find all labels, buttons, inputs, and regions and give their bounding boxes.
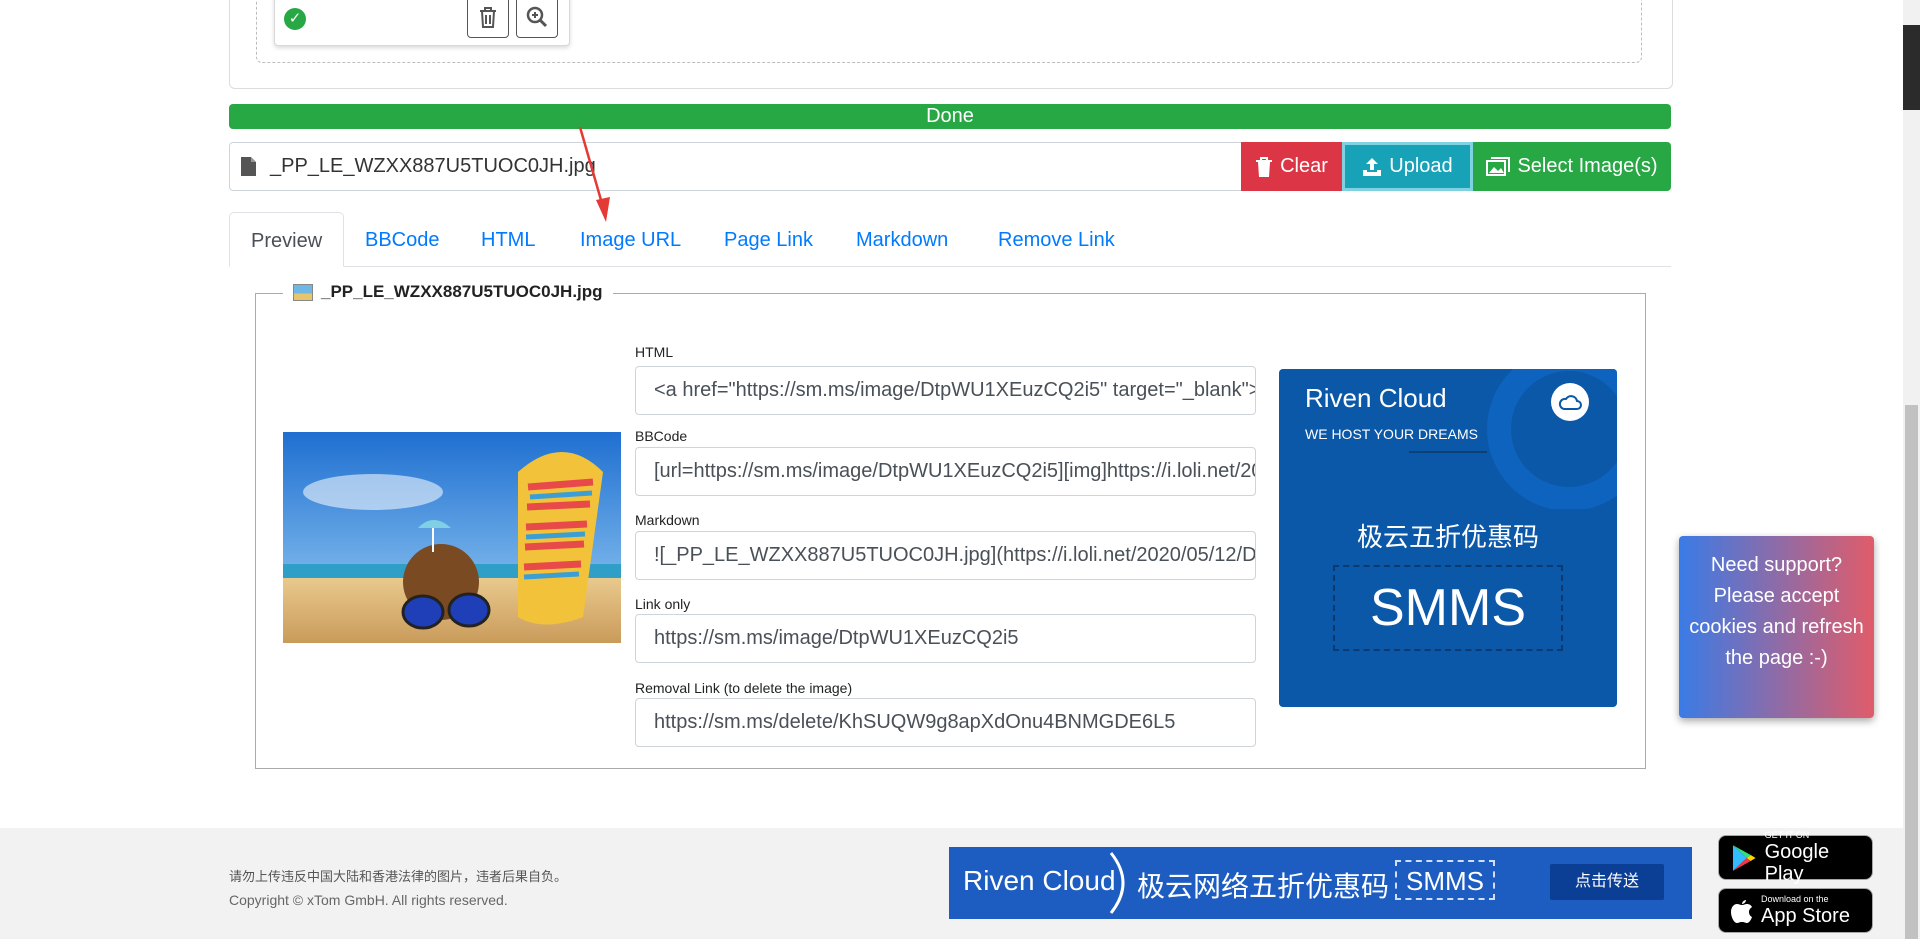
upload-icon	[1363, 157, 1382, 176]
ad-tagline: WE HOST YOUR DREAMS	[1305, 426, 1478, 442]
footer-warning: 请勿上传违反中国大陆和香港法律的图片，违者后果自负。	[229, 869, 568, 884]
link-only-field[interactable]: https://sm.ms/image/DtpWU1XEuzCQ2i5	[635, 614, 1256, 663]
tab-remove-link[interactable]: Remove Link	[977, 212, 1136, 267]
google-play-small: GET IT ON	[1764, 830, 1810, 840]
images-icon	[1486, 156, 1511, 176]
clear-button[interactable]: Clear	[1241, 142, 1342, 191]
apple-icon	[1731, 899, 1752, 923]
footer-copyright: Copyright © xTom GmbH. All rights reserv…	[229, 892, 508, 908]
banner-promo: 极云网络五折优惠码	[1137, 871, 1390, 902]
scrollbar-top-region	[1903, 25, 1920, 110]
cloud-icon	[1551, 383, 1589, 421]
scrollbar-thumb[interactable]	[1905, 405, 1918, 939]
html-field-label: HTML	[635, 344, 674, 360]
clear-label: Clear	[1280, 155, 1328, 177]
banner-go-button[interactable]: 点击传送	[1550, 864, 1664, 900]
bbcode-field-label: BBCode	[635, 428, 688, 444]
trash-icon	[1256, 156, 1273, 177]
result-file-name: _PP_LE_WZXX887U5TUOC0JH.jpg	[321, 282, 603, 301]
ad-promo-text: 极云五折优惠码	[1356, 522, 1539, 552]
annotation-arrow	[578, 126, 610, 222]
tab-page-link[interactable]: Page Link	[703, 212, 834, 267]
app-store-small: Download on the	[1761, 894, 1829, 904]
banner-brand: Riven Cloud	[963, 865, 1116, 896]
result-legend: _PP_LE_WZXX887U5TUOC0JH.jpg	[283, 282, 613, 302]
banner-code: SMMS	[1395, 860, 1495, 900]
app-store-badge[interactable]: Download on the App Store	[1718, 888, 1873, 933]
html-code-field[interactable]: <a href="https://sm.ms/image/DtpWU1XEuzC…	[635, 366, 1256, 415]
footer-ad-banner[interactable]: Riven Cloud 极云网络五折优惠码 SMMS 点击传送	[949, 847, 1692, 919]
link-only-field-label: Link only	[635, 596, 691, 612]
riven-cloud-ad[interactable]: Riven Cloud WE HOST YOUR DREAMS 极云五折优惠码 …	[1279, 369, 1617, 707]
google-play-big: Google Play	[1764, 841, 1830, 885]
upload-button[interactable]: Upload	[1342, 142, 1473, 191]
support-widget[interactable]: Need support? Please accept cookies and …	[1679, 536, 1874, 718]
upload-label: Upload	[1389, 155, 1453, 177]
google-play-badge[interactable]: GET IT ON Google Play	[1718, 830, 1873, 885]
ad-brand: Riven Cloud	[1305, 383, 1447, 413]
uploaded-image-preview[interactable]	[283, 432, 621, 643]
banner-arc-icon	[1109, 852, 1125, 914]
select-images-label: Select Image(s)	[1517, 155, 1658, 177]
bbcode-field[interactable]: [url=https://sm.ms/image/DtpWU1XEuzCQ2i5…	[635, 447, 1256, 496]
beach-image	[283, 432, 621, 643]
ad-divider	[1409, 451, 1487, 453]
markdown-field-label: Markdown	[635, 512, 700, 528]
removal-link-field-label: Removal Link (to delete the image)	[635, 680, 853, 696]
tab-markdown[interactable]: Markdown	[835, 212, 969, 267]
select-images-button[interactable]: Select Image(s)	[1473, 142, 1671, 191]
play-icon	[1732, 844, 1756, 871]
markdown-field[interactable]: ![_PP_LE_WZXX887U5TUOC0JH.jpg](https://i…	[635, 531, 1256, 580]
removal-link-field[interactable]: https://sm.ms/delete/KhSUQW9g8apXdOnu4BN…	[635, 698, 1256, 747]
app-store-big: App Store	[1761, 905, 1850, 927]
ad-promo-code: SMMS	[1333, 565, 1563, 651]
image-icon	[293, 283, 313, 301]
support-text: Need support? Please accept cookies and …	[1689, 554, 1864, 669]
